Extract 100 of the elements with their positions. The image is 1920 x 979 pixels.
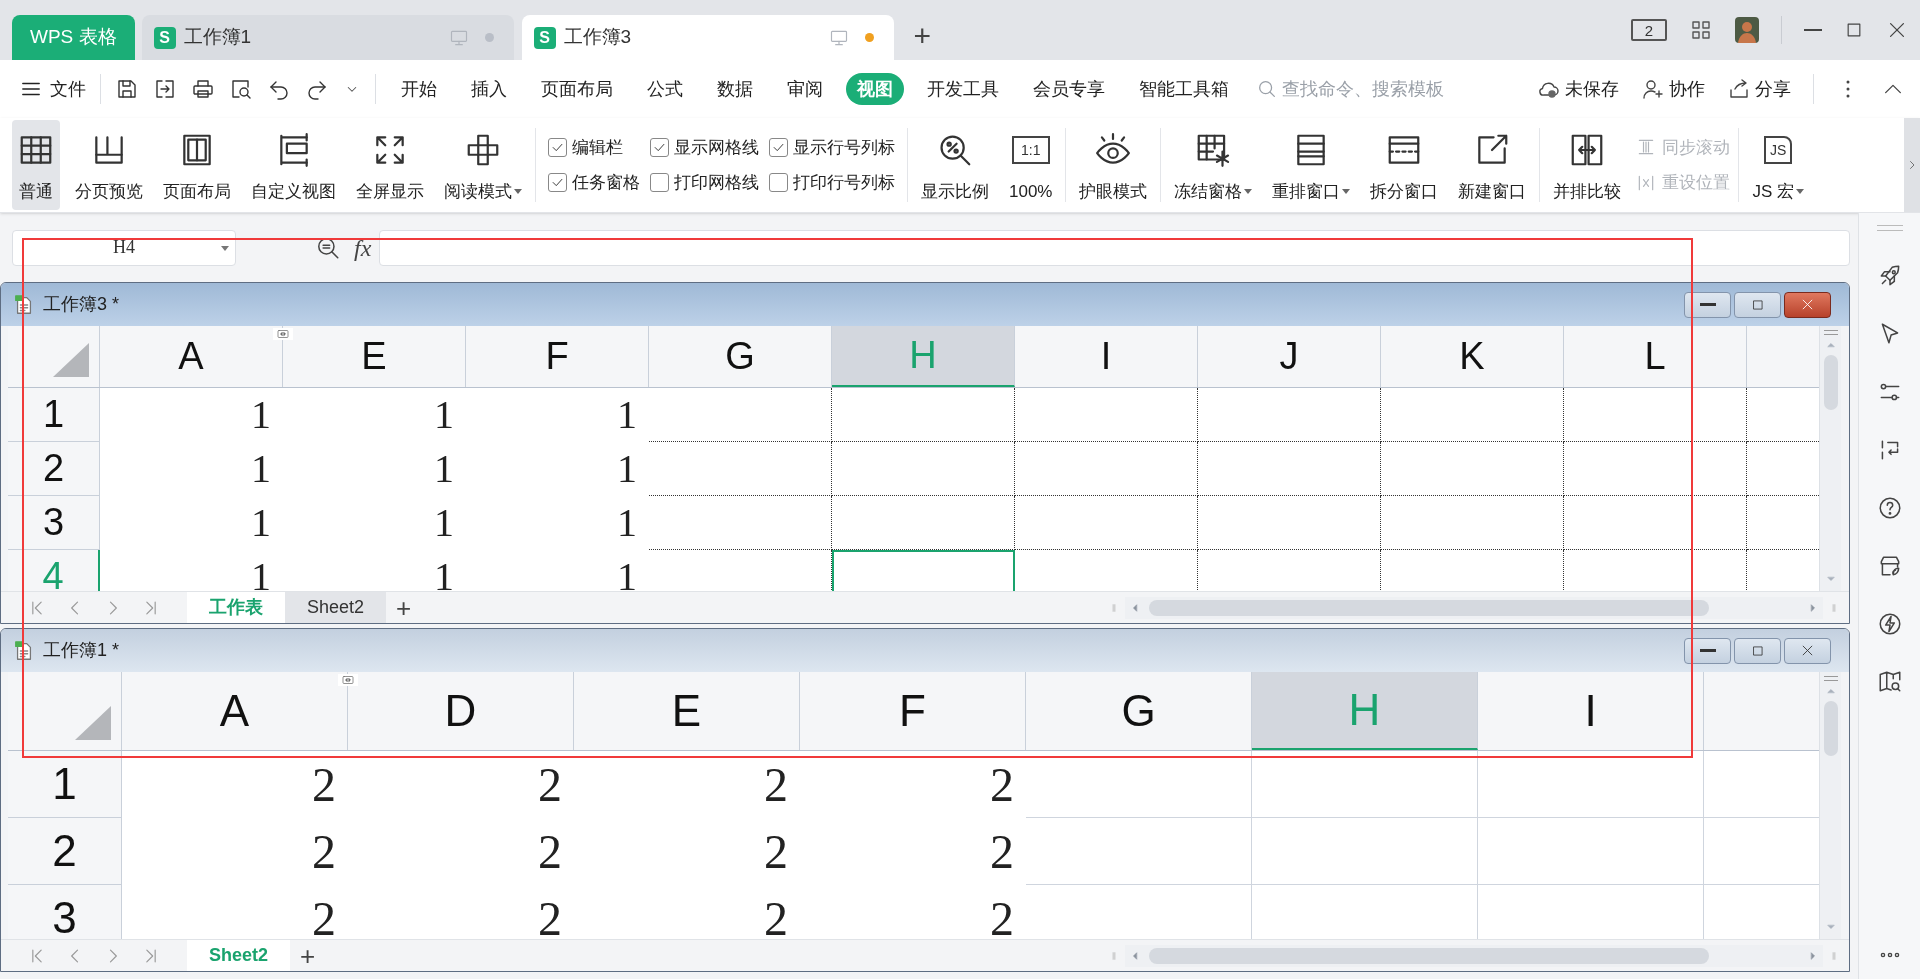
checkbox[interactable] bbox=[548, 173, 567, 192]
table-cell-text: 2 bbox=[537, 890, 563, 939]
document-tab[interactable]: S 工作簿1 bbox=[141, 15, 514, 60]
ribbon-tab[interactable]: 开始 bbox=[390, 73, 448, 105]
table-cell-text: 2 bbox=[989, 890, 1015, 939]
help-icon[interactable] bbox=[1876, 495, 1903, 521]
checkbox[interactable] bbox=[548, 138, 567, 157]
ribbon-button[interactable]: 全屏显示 bbox=[351, 120, 429, 210]
toolbar-action-button[interactable]: 协作 bbox=[1641, 75, 1705, 103]
toolbar-action-button[interactable]: 分享 bbox=[1727, 75, 1791, 103]
ribbon-tab[interactable]: 数据 bbox=[706, 73, 764, 105]
column-header[interactable]: E bbox=[574, 672, 800, 750]
function-label[interactable]: fx bbox=[354, 229, 372, 266]
scroll-thumb[interactable] bbox=[1149, 599, 1709, 616]
ribbon-tab[interactable]: 页面布局 bbox=[530, 73, 624, 105]
table-cell-text: 1 bbox=[616, 391, 638, 439]
horizontal-scrollbar[interactable] bbox=[1125, 596, 1823, 619]
minimize-icon bbox=[1699, 303, 1716, 306]
ribbon-tab[interactable]: 公式 bbox=[636, 73, 694, 105]
ribbon-button[interactable]: 新建窗口 bbox=[1453, 120, 1532, 210]
column-header[interactable]: J bbox=[1198, 326, 1381, 387]
export-icon[interactable] bbox=[153, 77, 177, 101]
scroll-thumb[interactable] bbox=[1149, 947, 1709, 964]
checkbox[interactable] bbox=[650, 173, 669, 192]
column-header[interactable]: F bbox=[466, 326, 649, 387]
row-header[interactable]: 3 bbox=[8, 885, 122, 939]
cell-reference-box[interactable]: H4 bbox=[12, 229, 236, 266]
checkbox-option[interactable]: 任务窗格 bbox=[548, 169, 640, 196]
table-cell-text: 2 bbox=[537, 823, 563, 880]
checkbox-option[interactable]: 显示行号列标 bbox=[769, 134, 895, 161]
apps-icon[interactable] bbox=[1689, 18, 1713, 42]
hidden-columns-icon[interactable] bbox=[338, 674, 358, 686]
row-header[interactable]: 3 bbox=[8, 496, 100, 550]
column-header[interactable]: I bbox=[1478, 672, 1704, 750]
close-button[interactable] bbox=[1784, 291, 1831, 318]
ribbon-button[interactable]: 重排窗口 bbox=[1267, 120, 1356, 210]
ribbon-button[interactable]: 护眼模式 bbox=[1074, 120, 1153, 210]
select-all-corner[interactable] bbox=[53, 343, 89, 377]
ribbon-tab[interactable]: 开发工具 bbox=[916, 73, 1010, 105]
ribbon-tab[interactable]: 审阅 bbox=[776, 73, 834, 105]
add-sheet-button[interactable]: + bbox=[290, 942, 326, 969]
row-header[interactable]: 1 bbox=[8, 388, 100, 442]
print-icon[interactable] bbox=[191, 77, 215, 101]
checkbox-option[interactable]: 打印行号列标 bbox=[769, 169, 895, 196]
column-header[interactable]: K bbox=[1381, 326, 1564, 387]
row-header[interactable]: 1 bbox=[8, 751, 122, 818]
ribbon-tab[interactable]: 插入 bbox=[460, 73, 518, 105]
hidden-columns-icon[interactable] bbox=[273, 328, 293, 340]
select-all-corner[interactable] bbox=[75, 706, 111, 740]
row-header[interactable]: 2 bbox=[8, 818, 122, 885]
table-cell-text: 1 bbox=[433, 391, 455, 439]
column-header[interactable]: F bbox=[800, 672, 1026, 750]
toolbar-action-button[interactable]: 未保存 bbox=[1537, 75, 1619, 103]
ribbon-button[interactable]: 拆分窗口 bbox=[1365, 120, 1444, 210]
avatar-icon[interactable] bbox=[1735, 17, 1759, 43]
checkbox[interactable] bbox=[769, 173, 788, 192]
search-icon bbox=[1256, 78, 1278, 100]
new-tab-button[interactable]: + bbox=[901, 21, 944, 51]
minimize-button[interactable] bbox=[1684, 291, 1731, 318]
vertical-scrollbar[interactable] bbox=[1819, 672, 1841, 939]
ribbon-button[interactable]: 页面布局 bbox=[158, 120, 236, 210]
checkbox-option[interactable]: 显示网格线 bbox=[650, 134, 759, 161]
ribbon-button[interactable]: 冻结窗格 bbox=[1169, 120, 1258, 210]
sheet-tab[interactable]: Sheet2 bbox=[285, 591, 387, 623]
column-header[interactable]: I bbox=[1015, 326, 1198, 387]
formula-input-field[interactable] bbox=[379, 229, 1850, 266]
ribbon-tab[interactable]: 智能工具箱 bbox=[1128, 73, 1240, 105]
screen-count-icon[interactable]: 2 bbox=[1631, 19, 1667, 41]
vertical-scrollbar[interactable] bbox=[1819, 326, 1841, 591]
horizontal-scrollbar[interactable] bbox=[1125, 944, 1823, 967]
ribbon-button[interactable]: 显示比例 bbox=[916, 120, 994, 210]
scroll-thumb[interactable] bbox=[1823, 355, 1838, 410]
print-preview-icon[interactable] bbox=[229, 77, 253, 101]
row-header[interactable]: 2 bbox=[8, 442, 100, 496]
grip-icon[interactable] bbox=[1876, 225, 1903, 231]
minimize-icon bbox=[1699, 649, 1716, 652]
file-menu-button[interactable]: 文件 bbox=[20, 75, 86, 103]
checkbox-option[interactable]: 编辑栏 bbox=[548, 134, 640, 161]
save-icon[interactable] bbox=[115, 77, 139, 101]
ribbon-button[interactable]: 1:1 100% bbox=[1004, 120, 1058, 210]
add-sheet-button[interactable]: + bbox=[386, 594, 422, 621]
ribbon-button[interactable]: 普通 bbox=[12, 120, 60, 210]
ribbon-button[interactable]: 分页预览 bbox=[70, 120, 148, 210]
scroll-thumb[interactable] bbox=[1823, 701, 1838, 756]
command-search-field[interactable]: 查找命令、搜索模板 bbox=[1282, 75, 1512, 103]
checkbox[interactable] bbox=[769, 138, 788, 157]
minimize-button[interactable] bbox=[1684, 637, 1731, 664]
table-cell-text: 2 bbox=[311, 756, 337, 813]
ratio-icon: 1:1 bbox=[1011, 136, 1050, 164]
checkbox[interactable] bbox=[650, 138, 669, 157]
ribbon-button[interactable]: JS JS 宏 bbox=[1747, 120, 1810, 210]
ribbon-button[interactable]: 自定义视图 bbox=[246, 120, 341, 210]
column-header[interactable]: L bbox=[1564, 326, 1747, 387]
document-tab[interactable]: S 工作簿3 bbox=[521, 15, 894, 60]
table-cell-text: 1 bbox=[433, 499, 455, 547]
ribbon-tab[interactable]: 会员专享 bbox=[1022, 73, 1116, 105]
ribbon-button[interactable]: 阅读模式 bbox=[439, 120, 527, 210]
checkbox-option[interactable]: 打印网格线 bbox=[650, 169, 759, 196]
ribbon-button[interactable]: 并排比较 bbox=[1548, 120, 1627, 210]
close-button[interactable] bbox=[1784, 637, 1831, 664]
